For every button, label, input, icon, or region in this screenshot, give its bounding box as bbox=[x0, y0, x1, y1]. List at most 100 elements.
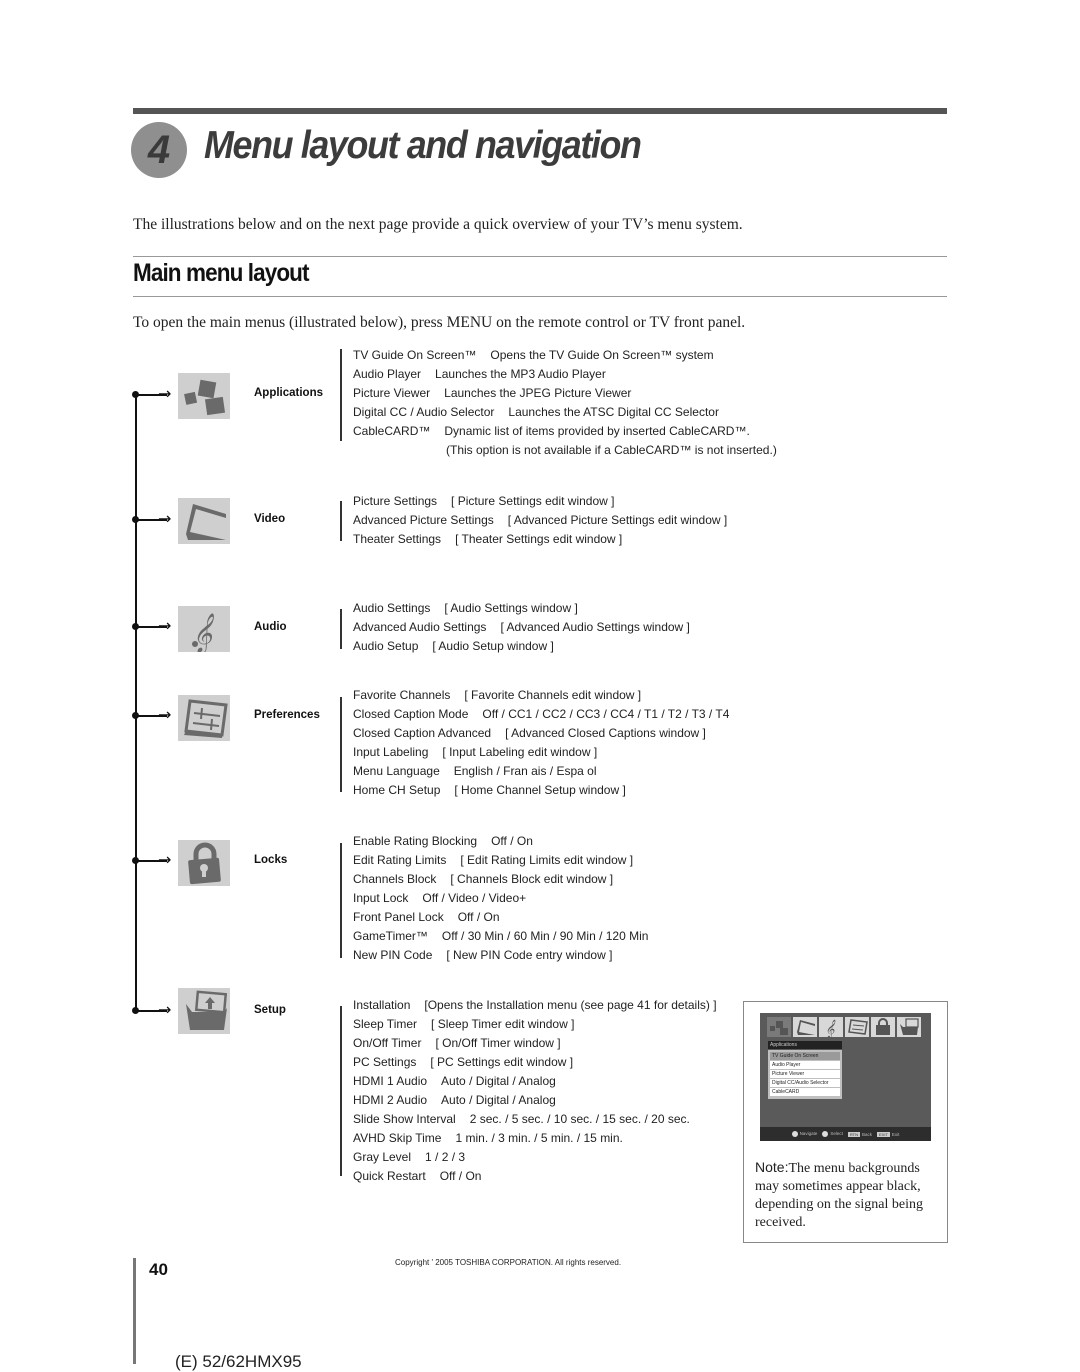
svg-text:𝄞: 𝄞 bbox=[825, 1019, 836, 1037]
menu-tree-trunk bbox=[135, 396, 137, 1011]
item-value: [ Home Channel Setup window ] bbox=[454, 783, 626, 797]
menu-item-note: (This option is not available if a Cable… bbox=[353, 441, 777, 460]
section-title: Main menu layout bbox=[133, 259, 310, 287]
setup-icon bbox=[178, 988, 230, 1034]
item-name: TV Guide On Screen™ bbox=[353, 348, 477, 362]
menu-item: Closed Caption Mode Off / CC1 / CC2 / CC3… bbox=[353, 705, 729, 724]
item-value: 1 min. / 3 min. / 5 min. / 15 min. bbox=[455, 1131, 623, 1145]
lock-icon bbox=[871, 1017, 895, 1037]
menu-item: Sleep Timer [ Sleep Timer edit window ] bbox=[353, 1015, 717, 1034]
menu-item: CableCARD™ Dynamic list of items provided… bbox=[353, 422, 777, 441]
separator bbox=[340, 609, 342, 649]
menu-item: Home CH Setup [ Home Channel Setup window… bbox=[353, 781, 729, 800]
return-key-icon: RTN bbox=[847, 1131, 860, 1137]
item-value: [ Advanced Closed Captions window ] bbox=[505, 726, 706, 740]
separator bbox=[340, 697, 342, 792]
tv-menu-list: TV Guide On Screen Audio Player Picture … bbox=[768, 1050, 842, 1099]
item-value: Off / Video / Video+ bbox=[422, 891, 527, 905]
menu-item: Audio Setup [ Audio Setup window ] bbox=[353, 637, 690, 656]
arrow-right-icon: → bbox=[158, 616, 172, 635]
menu-item: HDMI 1 Audio Auto / Digital / Analog bbox=[353, 1072, 717, 1091]
arrow-right-icon: → bbox=[158, 509, 172, 528]
tv-menu-item: CableCARD bbox=[770, 1088, 840, 1096]
item-name: Sleep Timer bbox=[353, 1017, 418, 1031]
item-name: Favorite Channels bbox=[353, 688, 451, 702]
tv-menu-item: Picture Viewer bbox=[770, 1070, 840, 1078]
item-value: Off / 30 Min / 60 Min / 90 Min / 120 Min bbox=[441, 929, 649, 943]
audio-icon: 𝄞 bbox=[178, 606, 230, 652]
back-label: Back bbox=[862, 1131, 873, 1137]
item-name: Input Labeling bbox=[353, 745, 429, 759]
menu-item: Favorite Channels [ Favorite Channels edi… bbox=[353, 686, 729, 705]
menu-item: Picture Settings [ Picture Settings edit … bbox=[353, 492, 727, 511]
navigate-button-icon bbox=[791, 1131, 798, 1137]
item-name: CableCARD™ bbox=[353, 424, 431, 438]
item-value: Off / On bbox=[439, 1169, 482, 1183]
item-value: Off / CC1 / CC2 / CC3 / CC4 / T1 / T2 / … bbox=[482, 707, 730, 721]
item-name: Closed Caption Advanced bbox=[353, 726, 492, 740]
menu-item: Picture Viewer Launches the JPEG Picture … bbox=[353, 384, 777, 403]
item-value: [ Advanced Picture Settings edit window … bbox=[507, 513, 728, 527]
item-name: New PIN Code bbox=[353, 948, 433, 962]
separator bbox=[340, 1006, 342, 1176]
note-label: Note: bbox=[755, 1159, 789, 1175]
item-name: Picture Settings bbox=[353, 494, 438, 508]
select-button-icon bbox=[822, 1131, 829, 1137]
item-name: Closed Caption Mode bbox=[353, 707, 469, 721]
item-name: Input Lock bbox=[353, 891, 409, 905]
item-value: [ On/Off Timer window ] bbox=[435, 1036, 561, 1050]
item-value: Dynamic list of items provided by insert… bbox=[444, 424, 750, 438]
menu-item: Quick Restart Off / On bbox=[353, 1167, 717, 1186]
page-margin-bar bbox=[133, 1258, 136, 1364]
category-label: Setup bbox=[254, 1004, 286, 1016]
menu-item: Installation [Opens the Installation menu… bbox=[353, 996, 717, 1015]
header-bar bbox=[133, 108, 947, 114]
item-value: [ Audio Settings window ] bbox=[444, 601, 578, 615]
item-value: Auto / Digital / Analog bbox=[441, 1074, 556, 1088]
category-label: Locks bbox=[254, 854, 288, 866]
menu-item: Input Labeling [ Input Labeling edit wind… bbox=[353, 743, 729, 762]
menu-item: Channels Block [ Channels Block edit wind… bbox=[353, 870, 648, 889]
exit-label: Exit bbox=[891, 1131, 900, 1137]
applications-icon bbox=[767, 1017, 791, 1037]
item-name: Advanced Picture Settings bbox=[353, 513, 494, 527]
item-name: HDMI 1 Audio bbox=[353, 1074, 428, 1088]
menu-items-audio: Audio Settings[ Audio Settings window ] … bbox=[353, 599, 690, 656]
applications-icon bbox=[178, 373, 230, 419]
item-value: Opens the TV Guide On Screen™ system bbox=[490, 348, 714, 362]
copyright-text: Copyright ' 2005 TOSHIBA CORPORATION. Al… bbox=[395, 1258, 622, 1267]
item-value: [ New PIN Code entry window ] bbox=[446, 948, 613, 962]
item-name: Channels Block bbox=[353, 872, 437, 886]
setup-icon bbox=[897, 1017, 921, 1037]
item-name: Front Panel Lock bbox=[353, 910, 444, 924]
model-number: (E) 52/62HMX95 bbox=[175, 1352, 302, 1371]
item-name: Audio Setup bbox=[353, 639, 419, 653]
menu-items-applications: TV Guide On Screen™ Opens the TV Guide On… bbox=[353, 346, 777, 460]
item-name: Edit Rating Limits bbox=[353, 853, 447, 867]
item-value: [ Input Labeling edit window ] bbox=[442, 745, 598, 759]
category-label: Audio bbox=[254, 621, 287, 633]
item-value: [ Theater Settings edit window ] bbox=[455, 532, 623, 546]
back-hint: RTN Back bbox=[847, 1131, 873, 1137]
menu-item: GameTimer™ Off / 30 Min / 60 Min / 90 Min… bbox=[353, 927, 648, 946]
item-value: 2 sec. / 5 sec. / 10 sec. / 15 sec. / 20… bbox=[469, 1112, 690, 1126]
category-label: Video bbox=[254, 513, 286, 525]
audio-icon: 𝄞 bbox=[819, 1017, 843, 1037]
item-value: [ Edit Rating Limits edit window ] bbox=[460, 853, 634, 867]
menu-item: Theater Settings [ Theater Settings edit … bbox=[353, 530, 727, 549]
category-label: Preferences bbox=[254, 709, 320, 721]
preferences-icon bbox=[845, 1017, 869, 1037]
item-name: Installation bbox=[353, 998, 411, 1012]
item-name: HDMI 2 Audio bbox=[353, 1093, 428, 1107]
video-icon bbox=[793, 1017, 817, 1037]
item-name: Theater Settings bbox=[353, 532, 442, 546]
preferences-icon bbox=[178, 695, 230, 741]
menu-item: Advanced Picture Settings [ Advanced Pict… bbox=[353, 511, 727, 530]
item-value: [ Sleep Timer edit window ] bbox=[431, 1017, 575, 1031]
menu-item: Audio Player Launches the MP3 Audio Playe… bbox=[353, 365, 777, 384]
tv-menu-item: Digital CC/Audio Selector bbox=[770, 1079, 840, 1087]
tv-menu-title: Applications bbox=[768, 1041, 842, 1049]
item-name: Slide Show Interval bbox=[353, 1112, 456, 1126]
item-value: Off / On bbox=[491, 834, 533, 848]
menu-item: Input Lock Off / Video / Video+ bbox=[353, 889, 648, 908]
